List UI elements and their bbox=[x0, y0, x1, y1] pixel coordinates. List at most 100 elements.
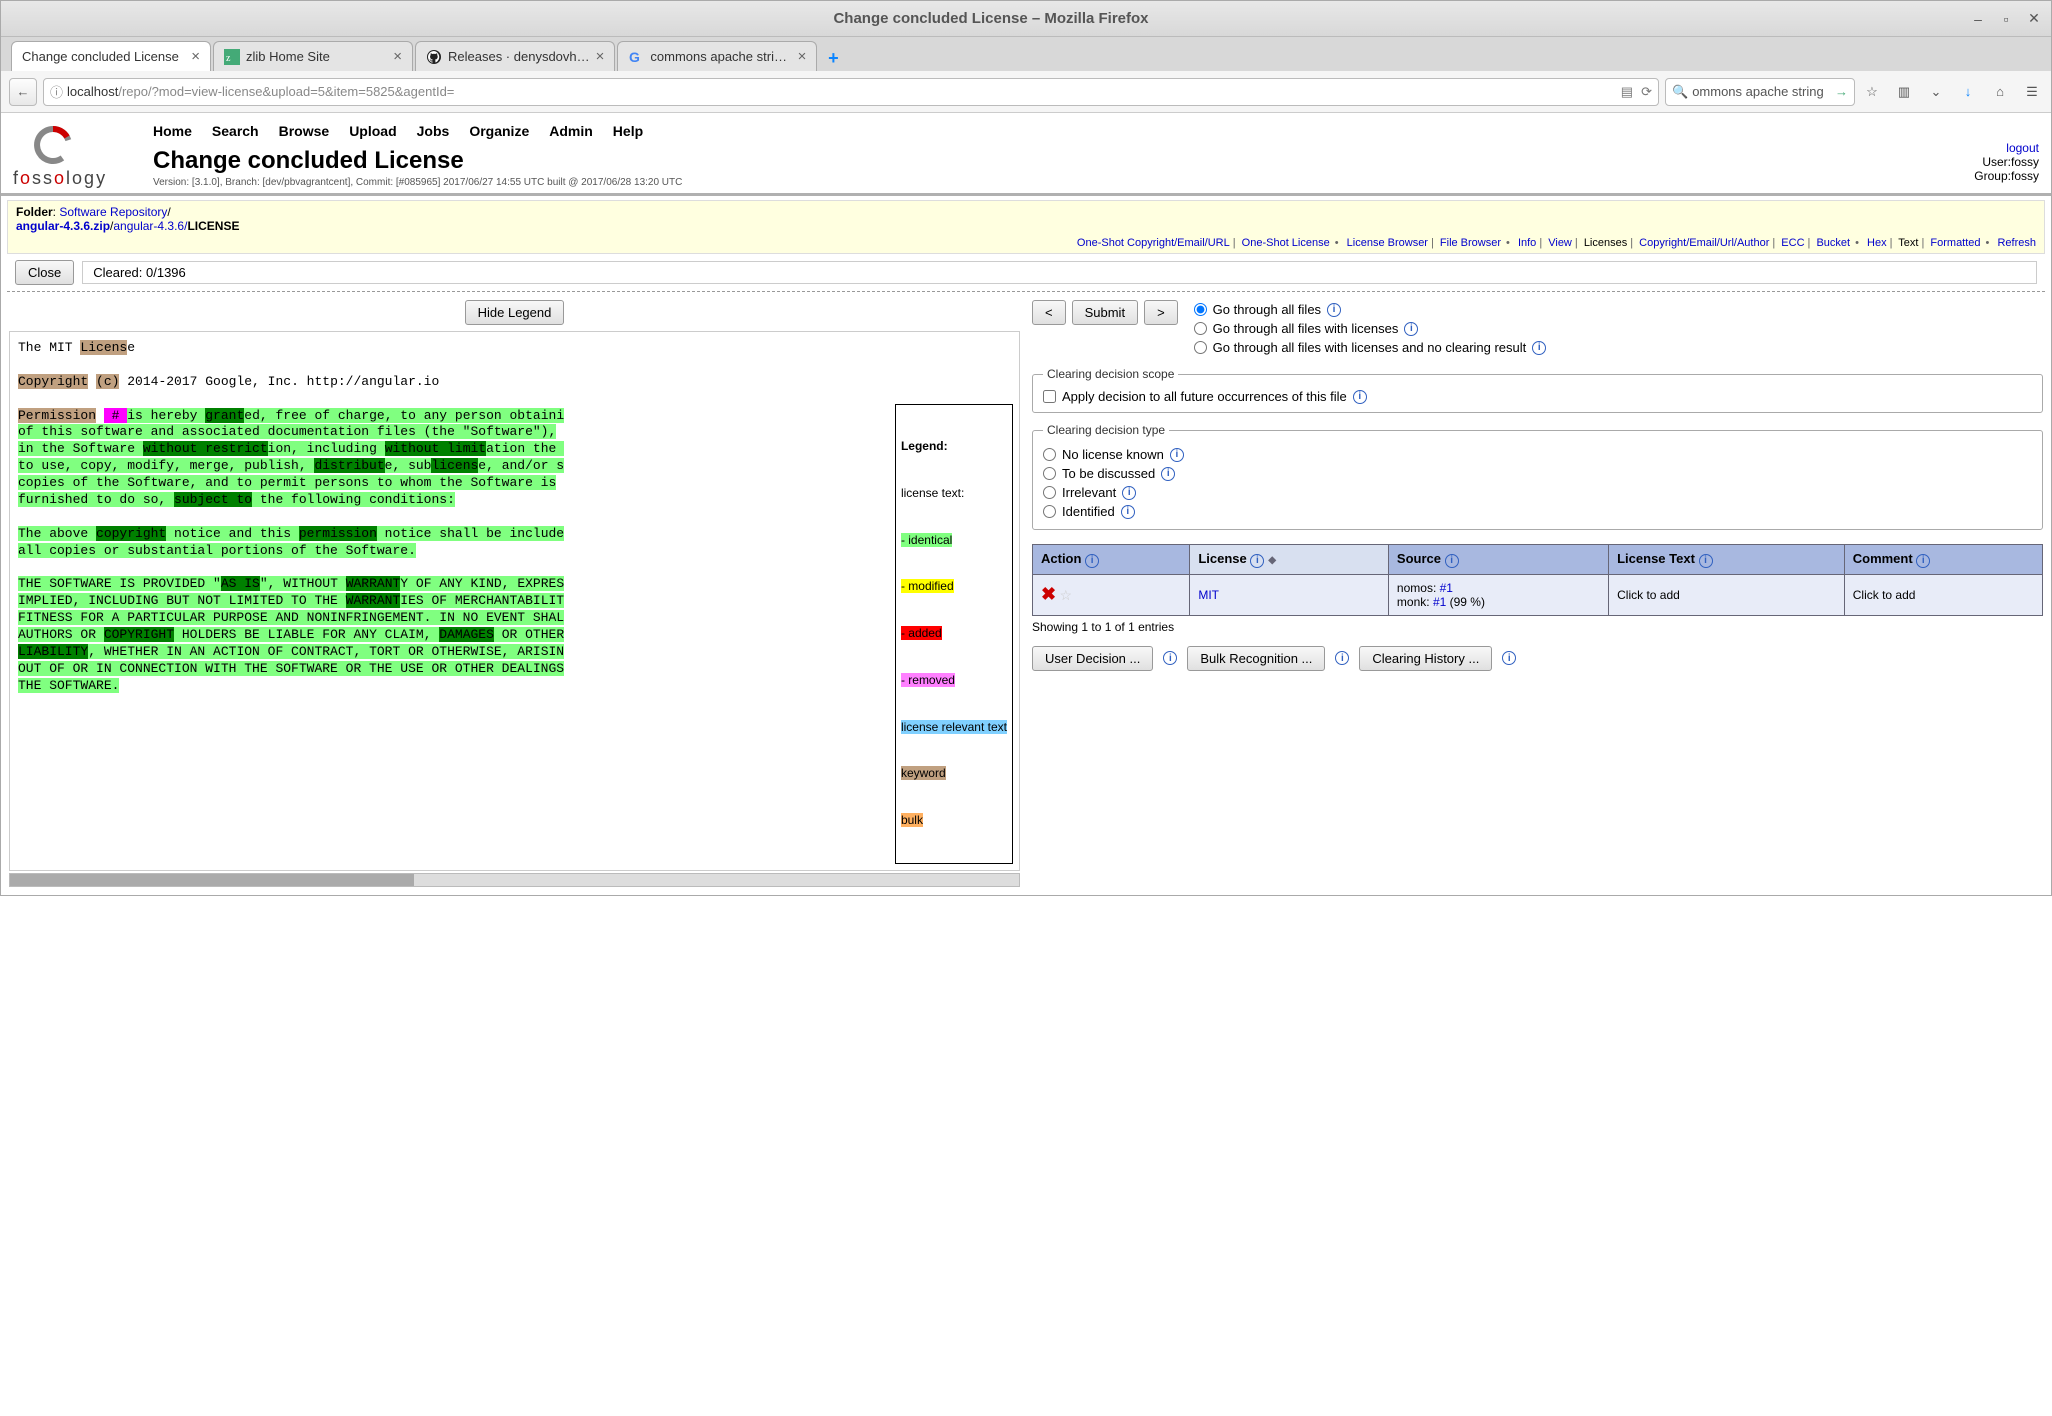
submenu-oneshot-cu[interactable]: One-Shot Copyright/Email/URL bbox=[1077, 237, 1230, 249]
info-icon[interactable]: i bbox=[1916, 554, 1930, 568]
menu-home[interactable]: Home bbox=[153, 123, 192, 139]
search-bar[interactable]: 🔍 ommons apache string → bbox=[1665, 78, 1855, 106]
tab-fossology[interactable]: Change concluded License × bbox=[11, 41, 211, 71]
user-decision-button[interactable]: User Decision ... bbox=[1032, 646, 1153, 671]
radio-no-license[interactable] bbox=[1043, 448, 1056, 461]
info-icon[interactable]: i bbox=[1121, 505, 1135, 519]
license-text-cell[interactable]: Click to add bbox=[1609, 574, 1845, 615]
info-icon[interactable]: i bbox=[1122, 486, 1136, 500]
col-comment[interactable]: Comment i bbox=[1844, 545, 2042, 575]
path-dir-link[interactable]: angular-4.3.6/ bbox=[113, 219, 187, 233]
path-zip-link[interactable]: angular-4.3.6.zip bbox=[16, 219, 110, 233]
window-minimize-icon[interactable]: – bbox=[1971, 12, 1985, 26]
logout-link[interactable]: logout bbox=[2006, 141, 2039, 155]
url-bar[interactable]: ⓘ localhost/repo/?mod=view-license&uploa… bbox=[43, 78, 1659, 106]
info-icon[interactable]: i bbox=[1532, 341, 1546, 355]
tab-github[interactable]: Releases · denysdovh… × bbox=[415, 41, 615, 71]
menu-organize[interactable]: Organize bbox=[469, 123, 529, 139]
menu-search[interactable]: Search bbox=[212, 123, 259, 139]
next-button[interactable]: > bbox=[1144, 300, 1178, 325]
submenu-copyright[interactable]: Copyright/Email/Url/Author bbox=[1639, 237, 1769, 249]
submenu-license-browser[interactable]: License Browser bbox=[1347, 237, 1428, 249]
close-button[interactable]: Close bbox=[15, 260, 74, 285]
menu-icon[interactable]: ☰ bbox=[2021, 81, 2043, 103]
menu-upload[interactable]: Upload bbox=[349, 123, 396, 139]
col-action[interactable]: Action i bbox=[1033, 545, 1190, 575]
menu-jobs[interactable]: Jobs bbox=[417, 123, 450, 139]
info-icon[interactable]: i bbox=[1445, 554, 1459, 568]
star-icon[interactable]: ☆ bbox=[1059, 587, 1072, 603]
reader-icon[interactable]: ▤ bbox=[1621, 84, 1633, 100]
close-icon[interactable]: × bbox=[596, 48, 605, 65]
folder-link[interactable]: Software Repository bbox=[59, 205, 167, 219]
radio-no-clearing[interactable] bbox=[1194, 341, 1207, 354]
comment-cell[interactable]: Click to add bbox=[1844, 574, 2042, 615]
identity-icon[interactable]: ⓘ bbox=[50, 82, 63, 101]
license-link[interactable]: MIT bbox=[1198, 588, 1219, 602]
info-icon[interactable]: i bbox=[1250, 554, 1264, 568]
submenu-file-browser[interactable]: File Browser bbox=[1440, 237, 1501, 249]
col-source[interactable]: Source i bbox=[1388, 545, 1608, 575]
radio-irrelevant[interactable] bbox=[1043, 486, 1056, 499]
info-icon[interactable]: i bbox=[1163, 651, 1177, 665]
close-icon[interactable]: × bbox=[798, 48, 807, 65]
radio-with-licenses[interactable] bbox=[1194, 322, 1207, 335]
apply-all-checkbox[interactable] bbox=[1043, 390, 1056, 403]
menu-help[interactable]: Help bbox=[613, 123, 643, 139]
home-icon[interactable]: ⌂ bbox=[1989, 81, 2011, 103]
monk-link[interactable]: #1 bbox=[1433, 595, 1446, 609]
browser-navbar: ← ⓘ localhost/repo/?mod=view-license&upl… bbox=[1, 71, 2051, 113]
info-icon[interactable]: i bbox=[1502, 651, 1516, 665]
reload-icon[interactable]: ⟳ bbox=[1641, 84, 1652, 100]
submenu-view[interactable]: View bbox=[1548, 237, 1572, 249]
bookmark-star-icon[interactable]: ☆ bbox=[1861, 81, 1883, 103]
downloads-icon[interactable]: ↓ bbox=[1957, 81, 1979, 103]
submenu-ecc[interactable]: ECC bbox=[1781, 237, 1804, 249]
new-tab-button[interactable]: + bbox=[819, 45, 847, 71]
sidebar-icon[interactable]: ▥ bbox=[1893, 81, 1915, 103]
submit-button[interactable]: Submit bbox=[1072, 300, 1138, 325]
info-icon[interactable]: i bbox=[1404, 322, 1418, 336]
submenu-oneshot-lic[interactable]: One-Shot License bbox=[1242, 237, 1330, 249]
tab-google[interactable]: G commons apache stri… × bbox=[617, 41, 817, 71]
col-license[interactable]: License i◆ bbox=[1190, 545, 1389, 575]
user-info: logout User:fossy Group:fossy bbox=[1974, 141, 2039, 183]
nomos-link[interactable]: #1 bbox=[1440, 581, 1453, 595]
info-icon[interactable]: i bbox=[1170, 448, 1184, 462]
window-maximize-icon[interactable]: ▫ bbox=[1999, 12, 2013, 26]
submenu-refresh[interactable]: Refresh bbox=[1997, 237, 2036, 249]
tab-zlib[interactable]: z zlib Home Site × bbox=[213, 41, 413, 71]
clearing-history-button[interactable]: Clearing History ... bbox=[1359, 646, 1492, 671]
go-icon[interactable]: → bbox=[1835, 84, 1848, 99]
window-close-icon[interactable]: ✕ bbox=[2027, 12, 2041, 26]
menu-admin[interactable]: Admin bbox=[549, 123, 593, 139]
sort-icon[interactable]: ◆ bbox=[1268, 555, 1276, 566]
license-text-view: The MIT License Copyright (c) 2014-2017 … bbox=[9, 331, 1020, 871]
back-button[interactable]: ← bbox=[9, 78, 37, 106]
col-license-text[interactable]: License Text i bbox=[1609, 545, 1845, 575]
info-icon[interactable]: i bbox=[1085, 554, 1099, 568]
radio-tbd[interactable] bbox=[1043, 467, 1056, 480]
radio-identified[interactable] bbox=[1043, 505, 1056, 518]
bulk-recognition-button[interactable]: Bulk Recognition ... bbox=[1187, 646, 1325, 671]
horizontal-scrollbar[interactable] bbox=[9, 873, 1020, 887]
submenu-hex[interactable]: Hex bbox=[1867, 237, 1887, 249]
info-icon[interactable]: i bbox=[1335, 651, 1349, 665]
pocket-icon[interactable]: ⌄ bbox=[1925, 81, 1947, 103]
radio-all-files[interactable] bbox=[1194, 303, 1207, 316]
menu-browse[interactable]: Browse bbox=[279, 123, 330, 139]
decision-type-fieldset: Clearing decision type No license known … bbox=[1032, 423, 2043, 530]
submenu-formatted[interactable]: Formatted bbox=[1930, 237, 1980, 249]
submenu-bucket[interactable]: Bucket bbox=[1816, 237, 1850, 249]
remove-icon[interactable]: ✖ bbox=[1041, 584, 1056, 604]
prev-button[interactable]: < bbox=[1032, 300, 1066, 325]
close-icon[interactable]: × bbox=[393, 48, 402, 65]
info-icon[interactable]: i bbox=[1327, 303, 1341, 317]
info-icon[interactable]: i bbox=[1699, 554, 1713, 568]
hide-legend-button[interactable]: Hide Legend bbox=[465, 300, 565, 325]
fossology-logo[interactable]: fossology bbox=[13, 119, 153, 189]
info-icon[interactable]: i bbox=[1353, 390, 1367, 404]
submenu-info[interactable]: Info bbox=[1518, 237, 1536, 249]
close-icon[interactable]: × bbox=[191, 48, 200, 65]
info-icon[interactable]: i bbox=[1161, 467, 1175, 481]
